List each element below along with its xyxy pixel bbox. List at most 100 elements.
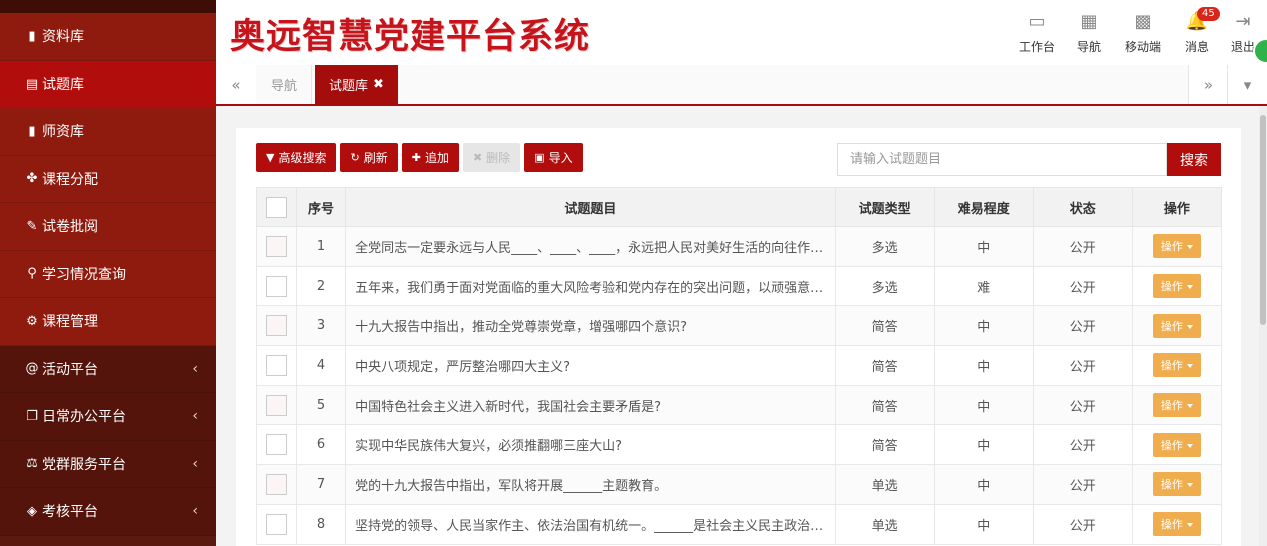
- row-level: 难: [933, 265, 1034, 307]
- table-header-row: 序号 试题题目 试题类型 难易程度 状态 操作: [255, 187, 1223, 227]
- tab-nav[interactable]: 导航: [257, 65, 313, 104]
- cogs-icon: ⚙: [26, 313, 38, 329]
- row-action-dropdown[interactable]: 操作: [1152, 432, 1201, 457]
- balance-icon: ⚖: [26, 456, 38, 472]
- row-level: 中: [933, 226, 1034, 267]
- row-select-cell: [255, 384, 298, 426]
- sidebar-item-9[interactable]: ⚖ 党群服务平台 ‹: [0, 440, 216, 488]
- row-action-dropdown[interactable]: 操作: [1152, 234, 1201, 259]
- row-checkbox[interactable]: [266, 434, 288, 456]
- sidebar-item-6[interactable]: ⚙ 课程管理: [0, 298, 216, 346]
- header-nav-qrcode[interactable]: ▩ 移动端: [1125, 10, 1161, 55]
- row-action-dropdown[interactable]: 操作: [1152, 274, 1201, 299]
- row-status: 公开: [1032, 305, 1133, 347]
- row-action-cell: 操作: [1131, 305, 1223, 347]
- content-panel: ▼高级搜索 ↻刷新 ✚追加 ✖删除 ▣导入 搜索 序号 试题题目 试题类型 难易…: [236, 128, 1241, 546]
- sidebar-item-8[interactable]: ❐ 日常办公平台 ‹: [0, 393, 216, 441]
- table-row[interactable]: 7 党的十九大报告中指出，军队将开展______主题教育。 单选中公开 操作: [255, 464, 1223, 505]
- row-select-cell: [255, 226, 298, 267]
- sidebar-item-3[interactable]: ✤ 课程分配: [0, 155, 216, 203]
- search-button[interactable]: 搜索: [1167, 143, 1221, 176]
- header-nav-desktop[interactable]: ▭ 工作台: [1019, 10, 1055, 55]
- row-select-cell: [255, 305, 298, 347]
- sidebar-item-0[interactable]: ▮ 资料库: [0, 13, 216, 61]
- grid-icon: ▦: [1077, 10, 1101, 32]
- header-nav-grid[interactable]: ▦ 导航: [1077, 10, 1101, 55]
- row-action-dropdown[interactable]: 操作: [1152, 512, 1201, 537]
- tab-next-button[interactable]: »: [1188, 65, 1228, 104]
- row-status: 公开: [1032, 265, 1133, 307]
- app-title: 奥远智慧党建平台系统: [230, 16, 591, 57]
- search-icon: ⚲: [27, 266, 37, 282]
- row-action-cell: 操作: [1131, 265, 1223, 307]
- row-action-label: 操作: [1160, 280, 1183, 294]
- advanced-search-button[interactable]: ▼ 高级搜索: [256, 143, 337, 172]
- row-action-dropdown[interactable]: 操作: [1152, 313, 1201, 338]
- header-nav-sign-out[interactable]: ⇥ 退出: [1231, 10, 1255, 55]
- row-checkbox[interactable]: [266, 513, 288, 535]
- filter-icon: ▼: [266, 151, 275, 164]
- table-row[interactable]: 5 中国特色社会主义进入新时代，我国社会主要矛盾是? 简答中公开 操作: [255, 384, 1223, 426]
- row-type: 单选: [834, 503, 935, 545]
- sidebar-item-7[interactable]: @ 活动平台 ‹: [0, 345, 216, 393]
- import-button[interactable]: ▣ 导入: [524, 143, 583, 172]
- chevron-left-icon: ‹: [192, 408, 198, 425]
- sidebar-item-10[interactable]: ◈ 考核平台 ‹: [0, 488, 216, 536]
- delete-button[interactable]: ✖ 删除: [462, 143, 521, 172]
- sidebar-item-5[interactable]: ⚲ 学习情况查询: [0, 250, 216, 298]
- copy-icon: ❐: [26, 408, 38, 424]
- row-action-cell: 操作: [1131, 384, 1223, 426]
- tab-menu-button[interactable]: ▾: [1227, 65, 1267, 104]
- table-row[interactable]: 8 坚持党的领导、人民当家作主、依法治国有机统一。______是社会主义民主政治的…: [255, 503, 1223, 545]
- row-no: 6: [296, 424, 347, 466]
- row-action-dropdown[interactable]: 操作: [1152, 353, 1201, 378]
- tab-question-bank[interactable]: 试题库 ✖: [315, 65, 398, 104]
- row-no: 4: [296, 345, 347, 386]
- add-button[interactable]: ✚ 追加: [401, 143, 459, 172]
- row-level: 中: [933, 345, 1034, 386]
- row-action-dropdown[interactable]: 操作: [1152, 472, 1201, 497]
- sidebar-item-label: 学习情况查询: [42, 266, 126, 283]
- caret-down-icon: [1186, 324, 1193, 329]
- sidebar-item-label: 师资库: [42, 124, 84, 141]
- row-status: 公开: [1032, 503, 1133, 545]
- row-checkbox[interactable]: [266, 394, 288, 416]
- sidebar-item-label: 试卷批阅: [42, 219, 98, 236]
- header-nav-label: 移动端: [1125, 40, 1162, 54]
- select-all-checkbox[interactable]: [266, 196, 288, 218]
- row-checkbox[interactable]: [266, 235, 288, 257]
- row-action-label: 操作: [1160, 319, 1183, 333]
- caret-down-icon: [1186, 285, 1193, 290]
- qrcode-icon: ▩: [1131, 10, 1155, 32]
- table-row[interactable]: 6 实现中华民族伟大复兴，必须推翻哪三座大山? 简答中公开 操作: [255, 424, 1223, 466]
- sidebar-item-1[interactable]: ▤ 试题库: [0, 60, 216, 108]
- caret-down-icon: [1186, 523, 1193, 528]
- row-checkbox[interactable]: [266, 275, 288, 297]
- file-import-icon: ▣: [534, 151, 545, 164]
- search-input[interactable]: [837, 143, 1167, 176]
- header-nav-label: 退出: [1231, 40, 1256, 54]
- header: 奥远智慧党建平台系统 ▭ 工作台 ▦ 导航 ▩ 移动端 🔔 45 消息 ⇥ 退出: [216, 0, 1267, 65]
- tab-prev-button[interactable]: «: [216, 65, 256, 104]
- sidebar-item-label: 课程分配: [42, 171, 98, 188]
- row-action-label: 操作: [1160, 438, 1183, 452]
- id-card-icon: ▮: [28, 123, 36, 139]
- header-nav-label: 工作台: [1019, 40, 1056, 54]
- page-scrollbar-thumb[interactable]: [1260, 115, 1266, 325]
- row-checkbox[interactable]: [266, 354, 288, 376]
- row-checkbox[interactable]: [266, 315, 288, 337]
- row-no: 7: [296, 464, 347, 505]
- row-checkbox[interactable]: [266, 473, 288, 495]
- refresh-button[interactable]: ↻ 刷新: [340, 143, 398, 172]
- sidebar-item-2[interactable]: ▮ 师资库: [0, 108, 216, 156]
- table-row[interactable]: 2五年来，我们勇于面对党面临的重大风险考验和党内存在的突出问题，以顽强意志品质正…: [255, 265, 1223, 307]
- sidebar-item-4[interactable]: ✎ 试卷批阅: [0, 203, 216, 251]
- header-nav-bell[interactable]: 🔔 45 消息: [1185, 7, 1220, 55]
- table-row[interactable]: 1 全党同志一定要永远与人民____、____、____，永远把人民对美好生活的向…: [255, 226, 1223, 267]
- table-row[interactable]: 3 十九大报告中指出，推动全党尊崇党章，增强哪四个意识? 简答中公开 操作: [255, 305, 1223, 347]
- header-nav-label: 导航: [1077, 40, 1102, 54]
- table-row[interactable]: 4 中央八项规定，严厉整治哪四大主义? 简答中公开 操作: [255, 345, 1223, 386]
- row-action-dropdown[interactable]: 操作: [1152, 393, 1201, 418]
- row-type: 单选: [834, 464, 935, 505]
- close-icon[interactable]: ✖: [373, 77, 384, 92]
